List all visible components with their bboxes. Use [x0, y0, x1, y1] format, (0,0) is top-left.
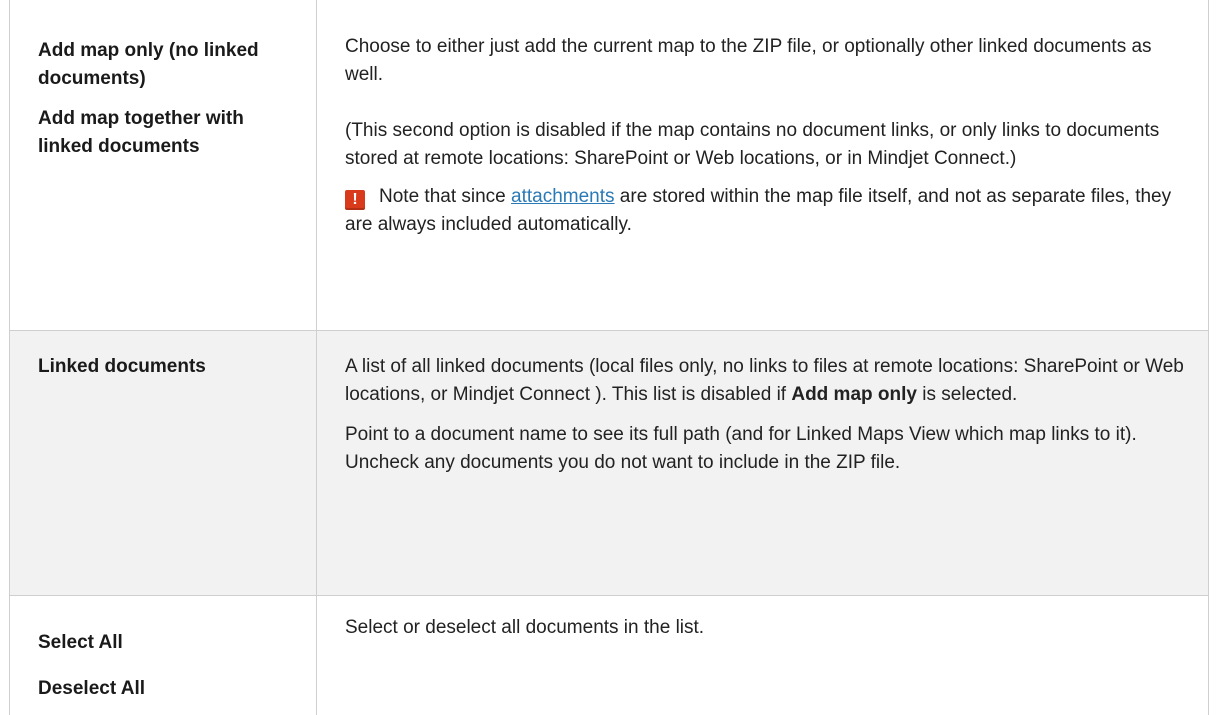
description-paragraph: A list of all linked documents (local fi… — [317, 353, 1208, 409]
description-paragraph: (This second option is disabled if the m… — [345, 120, 1160, 169]
option-description-cell: Select or deselect all documents in the … — [316, 595, 1209, 715]
desc-prefix: A list of all linked documents (local fi… — [345, 355, 1184, 405]
table-row: Linked documents A list of all linked do… — [9, 330, 1209, 596]
option-label-cell: Add map only (no linked documents) Add m… — [9, 0, 317, 331]
option-description-cell: Choose to either just add the current ma… — [316, 0, 1209, 331]
option-label-cell: Linked documents — [9, 330, 317, 596]
desc-suffix: is selected. — [916, 383, 1018, 405]
note-paragraph: ! Note that since attachments are stored … — [317, 183, 1208, 239]
option-label-add-map-only: Add map only (no linked documents) — [38, 40, 259, 89]
table-row: Add map only (no linked documents) Add m… — [9, 0, 1209, 331]
option-label-cell: Select All Deselect All — [9, 595, 317, 715]
options-table: Add map only (no linked documents) Add m… — [9, 0, 1209, 715]
attachments-link[interactable]: attachments — [511, 186, 615, 207]
exclamation-warning-icon: ! — [345, 190, 365, 210]
option-label-add-map-with-docs: Add map together with linked documents — [38, 108, 244, 157]
description-paragraph: Choose to either just add the current ma… — [345, 36, 1152, 85]
option-label-select-all: Select All — [38, 631, 123, 653]
help-page: Add map only (no linked documents) Add m… — [0, 0, 1225, 715]
option-label-linked-documents: Linked documents — [38, 355, 206, 377]
option-description-cell: A list of all linked documents (local fi… — [316, 330, 1209, 596]
description-paragraph: Point to a document name to see its full… — [345, 423, 1137, 473]
desc-bold-term: Add map only — [791, 383, 917, 405]
note-prefix: Note that since — [379, 186, 512, 207]
table-row: Select All Deselect All Select or desele… — [9, 595, 1209, 715]
description-paragraph: Select or deselect all documents in the … — [345, 616, 705, 638]
option-label-deselect-all: Deselect All — [38, 677, 146, 699]
